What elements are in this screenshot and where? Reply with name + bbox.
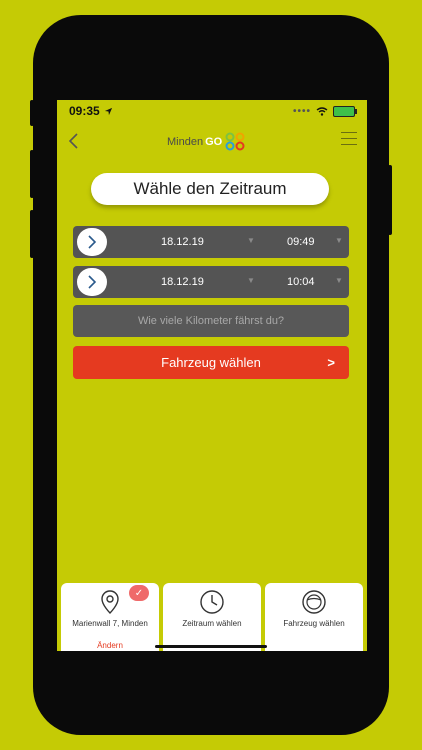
choose-vehicle-button[interactable]: Fahrzeug wählen > [73, 346, 349, 379]
wifi-icon [316, 106, 328, 116]
end-time[interactable]: 10:04 [287, 276, 315, 288]
location-arrow-icon [104, 107, 112, 115]
signal-icon: •••• [292, 105, 311, 117]
end-time-dropdown-icon[interactable]: ▼ [335, 276, 343, 285]
step-timeframe-label: Zeitraum wählen [182, 619, 242, 628]
status-bar: 09:35 •••• [57, 100, 367, 122]
page-title: Wähle den Zeitraum [91, 173, 329, 205]
end-datetime-row[interactable]: 18.12.19 ▼ 10:04 ▼ [73, 266, 349, 298]
start-time[interactable]: 09:49 [287, 236, 315, 248]
kilometer-input[interactable]: Wie viele Kilometer fährst du? [73, 305, 349, 337]
home-indicator[interactable] [155, 645, 267, 648]
chevron-right-icon [88, 275, 97, 289]
start-date-dropdown-icon[interactable]: ▼ [247, 236, 255, 245]
logo-go-text: GO [205, 136, 223, 148]
top-bar: Minden GO [57, 126, 367, 156]
steering-wheel-icon [302, 590, 326, 614]
chevron-right-icon: > [327, 355, 335, 370]
start-chevron-button[interactable] [77, 228, 107, 256]
status-time: 09:35 [69, 104, 100, 118]
end-date-dropdown-icon[interactable]: ▼ [247, 276, 255, 285]
step-timeframe[interactable]: Zeitraum wählen [163, 583, 261, 651]
check-badge-icon: ✓ [129, 585, 149, 601]
menu-icon[interactable] [341, 132, 357, 148]
step-vehicle-label: Fahrzeug wählen [283, 619, 345, 628]
back-icon[interactable] [65, 130, 83, 152]
step-location-label: Marienwall 7, Minden [72, 619, 148, 628]
app-screen: 09:35 •••• Minden GO Wähle den Zeitraum … [57, 100, 367, 651]
minden-go-logo: Minden GO [167, 132, 248, 152]
clock-icon [200, 590, 224, 614]
step-location[interactable]: ✓ Marienwall 7, Minden Ändern [61, 583, 159, 651]
start-datetime-row[interactable]: 18.12.19 ▼ 09:49 ▼ [73, 226, 349, 258]
choose-vehicle-label: Fahrzeug wählen [161, 355, 261, 370]
start-date[interactable]: 18.12.19 [161, 236, 204, 248]
change-location-link[interactable]: Ändern [61, 641, 159, 650]
location-pin-icon [101, 590, 119, 614]
step-vehicle[interactable]: Fahrzeug wählen [265, 583, 363, 651]
battery-icon [333, 105, 357, 117]
step-tabs: ✓ Marienwall 7, Minden Ändern Zeitraum w… [57, 583, 367, 651]
start-time-dropdown-icon[interactable]: ▼ [335, 236, 343, 245]
end-chevron-button[interactable] [77, 268, 107, 296]
end-date[interactable]: 18.12.19 [161, 276, 204, 288]
logo-minden-text: Minden [167, 136, 204, 148]
logo-rings-icon [225, 132, 245, 151]
chevron-right-icon [88, 235, 97, 249]
